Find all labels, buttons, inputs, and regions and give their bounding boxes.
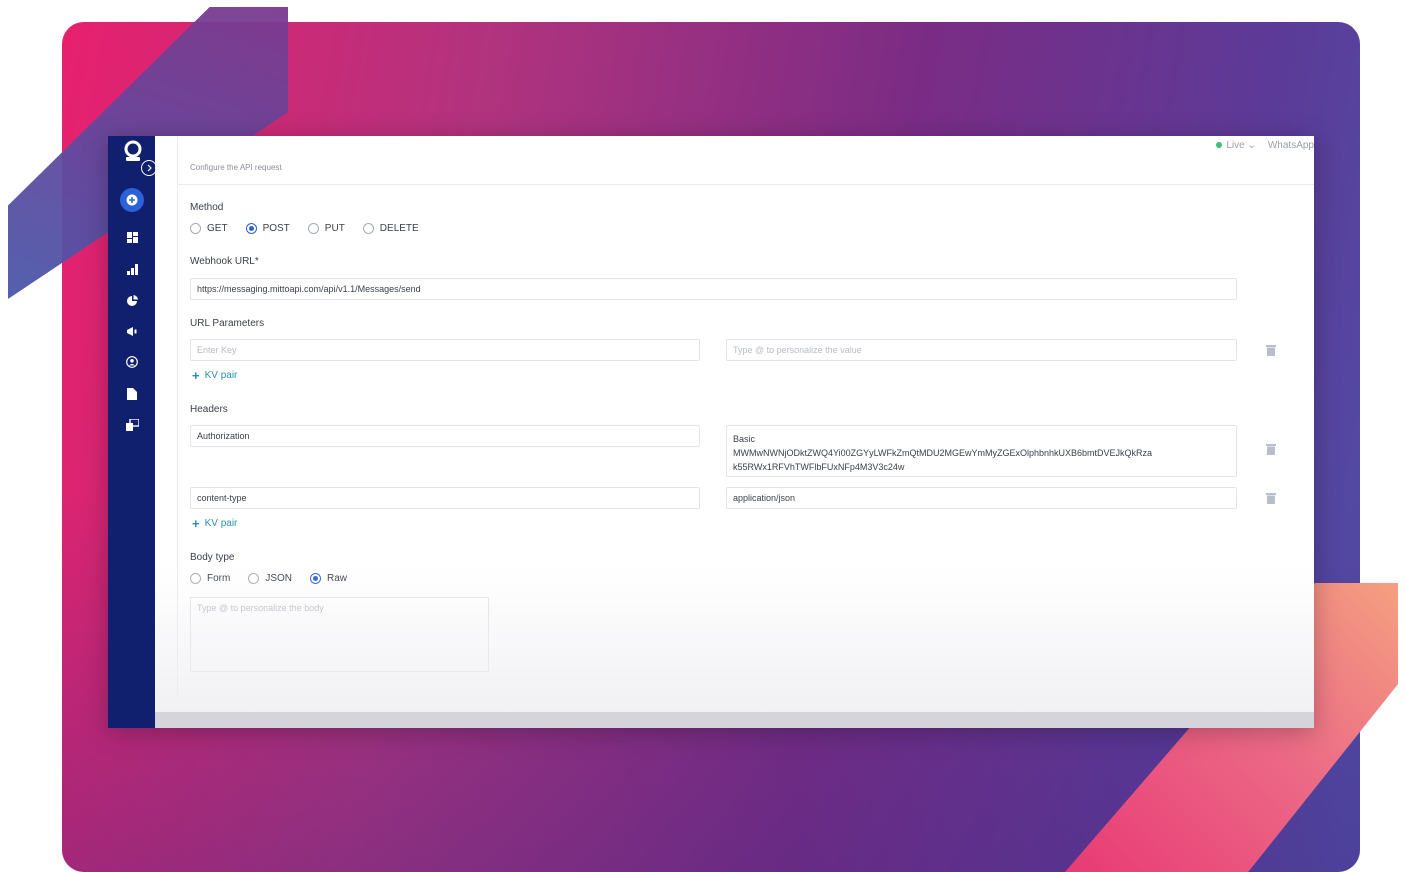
sidebar-item-create[interactable] — [120, 188, 144, 212]
plus-icon: + — [192, 367, 200, 383]
radio-label: Raw — [327, 573, 348, 584]
method-option-get[interactable]: GET — [190, 223, 228, 234]
channel-label[interactable]: WhatsApp — [1268, 140, 1314, 151]
method-label: Method — [190, 202, 224, 213]
radio-icon — [307, 223, 319, 234]
header-key-input[interactable]: Authorization — [190, 425, 700, 447]
radio-label: DELETE — [379, 223, 419, 234]
topbar: Live ⌄ WhatsApp — [1216, 136, 1314, 154]
method-option-delete[interactable]: DELETE — [362, 223, 419, 234]
sidebar-item-dashboard[interactable] — [120, 225, 144, 249]
sidebar — [108, 136, 157, 728]
dashboard-icon — [126, 231, 138, 243]
url-param-value-input[interactable]: Type @ to personalize the value — [726, 339, 1237, 361]
add-url-param-button[interactable]: + KV pair — [192, 367, 238, 383]
sidebar-item-documents[interactable] — [120, 382, 144, 406]
document-icon — [127, 388, 137, 400]
section-subtitle: Configure the API request — [190, 163, 282, 172]
url-parameters-label: URL Parameters — [190, 318, 265, 329]
radio-label: POST — [262, 223, 290, 234]
body-option-form[interactable]: Form — [190, 573, 230, 584]
body-type-label: Body type — [190, 552, 235, 563]
live-dot-icon — [1216, 141, 1223, 148]
divider — [177, 184, 1314, 185]
header-value-input[interactable]: application/json — [726, 487, 1237, 509]
radio-selected-icon — [245, 223, 257, 234]
radio-label: GET — [207, 223, 228, 234]
radio-label: Form — [207, 573, 231, 584]
sidebar-item-templates[interactable] — [120, 413, 144, 437]
body-option-raw[interactable]: Raw — [310, 573, 347, 584]
contact-icon — [126, 356, 138, 368]
body-type-radio-group: Form JSON Raw — [190, 573, 347, 584]
megaphone-icon — [127, 326, 137, 336]
main-content: Live ⌄ WhatsApp Configure the API reques… — [155, 136, 1314, 728]
radio-icon — [190, 573, 201, 584]
panel-border — [177, 136, 178, 696]
app-window: Live ⌄ WhatsApp Configure the API reques… — [108, 136, 1314, 728]
radio-icon — [248, 573, 260, 584]
body-textarea[interactable]: Type @ to personalize the body — [190, 597, 489, 672]
add-kv-label: KV pair — [204, 370, 238, 381]
sidebar-item-contacts[interactable] — [120, 350, 144, 374]
sidebar-item-campaigns[interactable] — [120, 319, 144, 343]
header-key-input[interactable]: content-type — [190, 487, 700, 509]
live-status-label: Live — [1226, 139, 1245, 151]
live-status[interactable]: Live ⌄ — [1216, 140, 1256, 151]
templates-icon — [125, 419, 139, 431]
radio-selected-icon — [310, 573, 322, 584]
method-radio-group: GET POST PUT DELETE — [190, 223, 419, 234]
bottom-scrollbar[interactable] — [155, 712, 1314, 728]
radio-label: PUT — [324, 223, 345, 234]
add-header-button[interactable]: + KV pair — [192, 515, 238, 531]
plus-circle-icon — [126, 194, 138, 206]
sidebar-item-analytics[interactable] — [120, 257, 144, 281]
bar-chart-icon — [126, 263, 138, 275]
add-kv-label: KV pair — [204, 518, 238, 529]
header-value-line: k55RWx1RFVhTWFlbFUxNFp4M3V3c24w — [733, 462, 905, 472]
sidebar-item-reports[interactable] — [120, 288, 144, 312]
user-logo-icon[interactable] — [123, 140, 143, 162]
webhook-url-label: Webhook URL* — [190, 256, 259, 267]
header-value-line: MWMwNWNjODktZWQ4Yi00ZGYyLWFkZmQtMDU2MGEw… — [733, 448, 1153, 458]
trash-icon[interactable] — [1266, 443, 1276, 455]
radio-label: JSON — [265, 573, 293, 584]
headers-label: Headers — [190, 404, 228, 415]
plus-icon: + — [192, 515, 200, 531]
trash-icon[interactable] — [1266, 344, 1276, 356]
header-value-input[interactable]: Basic MWMwNWNjODktZWQ4Yi00ZGYyLWFkZmQtMD… — [726, 425, 1237, 477]
radio-icon — [190, 223, 201, 234]
method-option-put[interactable]: PUT — [307, 223, 345, 234]
header-value-line: Basic — [733, 434, 756, 444]
webhook-url-input[interactable]: https://messaging.mittoapi.com/api/v1.1/… — [190, 278, 1237, 300]
trash-icon[interactable] — [1266, 492, 1276, 504]
url-param-key-input[interactable]: Enter Key — [190, 339, 700, 361]
body-option-json[interactable]: JSON — [248, 573, 292, 584]
method-option-post[interactable]: POST — [245, 223, 290, 234]
pie-chart-icon — [126, 294, 138, 306]
radio-icon — [362, 223, 374, 234]
